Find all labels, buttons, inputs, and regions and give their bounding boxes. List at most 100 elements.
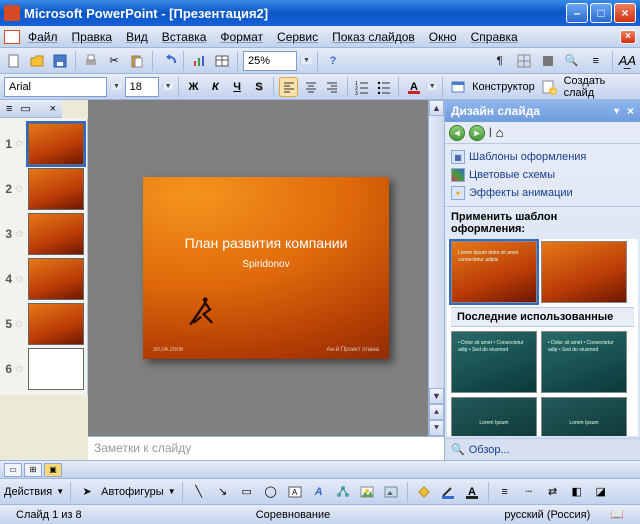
chart-icon[interactable] xyxy=(189,51,209,71)
arrow-style-icon[interactable]: ⇄ xyxy=(543,482,563,502)
taskpane-dropdown-icon[interactable]: ▼ xyxy=(612,106,621,116)
menu-window[interactable]: Окно xyxy=(423,28,463,46)
link-templates[interactable]: ▦Шаблоны оформления xyxy=(451,148,634,166)
print-icon[interactable] xyxy=(81,51,101,71)
thumb-row-5[interactable]: 5✩ xyxy=(2,303,85,345)
menu-help[interactable]: Справка xyxy=(465,28,524,46)
nav-fwd-icon[interactable]: ► xyxy=(469,125,485,141)
nav-home-icon[interactable]: ⌂ xyxy=(496,125,504,140)
autoshapes-menu[interactable]: Автофигуры xyxy=(101,486,164,498)
wordart-icon[interactable]: A xyxy=(309,482,329,502)
nav-back-icon[interactable]: ◄ xyxy=(449,125,465,141)
next-slide-icon[interactable]: ⯆ xyxy=(429,420,444,436)
expand-icon[interactable]: ≡ xyxy=(586,51,606,71)
zoom-combo[interactable]: 25% xyxy=(243,51,297,71)
line-icon[interactable]: ╲ xyxy=(189,482,209,502)
link-anim[interactable]: ✦Эффекты анимации xyxy=(451,184,634,202)
template-thumb-2[interactable] xyxy=(541,241,627,303)
slide-vscrollbar[interactable]: ▲ ▼ ⯅ ⯆ xyxy=(428,100,444,436)
size-dropdown-icon[interactable]: ▼ xyxy=(162,83,173,90)
font-dropdown-icon[interactable]: ▼ xyxy=(110,83,121,90)
thumb-row-1[interactable]: 1✩ xyxy=(2,123,85,165)
actions-menu[interactable]: Действия xyxy=(4,486,52,498)
slides-tab-icon[interactable]: ▭ xyxy=(20,102,30,115)
open-icon[interactable] xyxy=(27,51,47,71)
shadow-style-icon[interactable]: ◧ xyxy=(567,482,587,502)
font-color-dropdown-icon[interactable]: ▼ xyxy=(426,83,437,90)
zoom-dropdown-icon[interactable]: ▼ xyxy=(300,57,312,64)
font-swap-icon[interactable]: A͟A xyxy=(619,53,636,68)
doc-close-button[interactable]: × xyxy=(620,30,636,44)
sorter-view-icon[interactable]: ⊞ xyxy=(24,463,42,477)
slideshow-view-icon[interactable]: ▣ xyxy=(44,463,62,477)
taskpane-close-icon[interactable]: × xyxy=(627,104,634,118)
help-icon[interactable]: ? xyxy=(323,51,343,71)
shadow-button[interactable]: S xyxy=(250,77,269,97)
menu-tools[interactable]: Сервис xyxy=(271,28,324,46)
template-thumb-6[interactable]: Lorem Ipsum xyxy=(541,397,627,436)
cut-icon[interactable]: ✂ xyxy=(104,51,124,71)
table-icon[interactable] xyxy=(212,51,232,71)
prev-slide-icon[interactable]: ⯅ xyxy=(429,404,444,420)
font-combo[interactable]: Arial xyxy=(4,77,107,97)
picture-icon[interactable] xyxy=(381,482,401,502)
rectangle-icon[interactable]: ▭ xyxy=(237,482,257,502)
designer-button[interactable]: Конструктор xyxy=(470,81,537,93)
font-color2-icon[interactable]: A xyxy=(462,482,482,502)
dash-icon[interactable]: ┄ xyxy=(519,482,539,502)
menu-slideshow[interactable]: Показ слайдов xyxy=(326,28,421,46)
browse-link[interactable]: Обзор... xyxy=(469,444,510,456)
thumb-row-4[interactable]: 4✩ xyxy=(2,258,85,300)
slide-canvas[interactable]: План развития компании Spiridonov 30.04.… xyxy=(88,100,444,436)
grid-icon[interactable] xyxy=(514,51,534,71)
template-thumb-1[interactable]: Lorem ipsum dolor sit amet consectetur a… xyxy=(451,241,537,303)
diagram-icon[interactable] xyxy=(333,482,353,502)
status-spellcheck-icon[interactable]: 📖 xyxy=(600,508,634,521)
normal-view-icon[interactable]: ▭ xyxy=(4,463,22,477)
fill-color-icon[interactable] xyxy=(414,482,434,502)
align-left-icon[interactable] xyxy=(279,77,298,97)
underline-button[interactable]: Ч xyxy=(228,77,247,97)
undo-icon[interactable] xyxy=(158,51,178,71)
clipart-icon[interactable] xyxy=(357,482,377,502)
textbox-icon[interactable]: A xyxy=(285,482,305,502)
menu-format[interactable]: Формат xyxy=(214,28,269,46)
save-icon[interactable] xyxy=(50,51,70,71)
showhide-icon[interactable]: ¶ xyxy=(490,51,510,71)
scroll-down-icon[interactable]: ▼ xyxy=(429,388,444,404)
outline-tab-icon[interactable]: ≡ xyxy=(6,103,12,115)
align-center-icon[interactable] xyxy=(301,77,320,97)
close-button[interactable]: × xyxy=(614,3,636,23)
thumb-row-3[interactable]: 3✩ xyxy=(2,213,85,255)
font-color-icon[interactable]: A xyxy=(404,77,423,97)
menu-file[interactable]: Файл xyxy=(22,28,64,46)
menu-edit[interactable]: Правка xyxy=(66,28,119,46)
template-thumb-3[interactable]: • Dolor sit amet • Consectetur adip • Se… xyxy=(451,331,537,393)
paste-icon[interactable] xyxy=(127,51,147,71)
menu-insert[interactable]: Вставка xyxy=(156,28,213,46)
size-combo[interactable]: 18 xyxy=(125,77,159,97)
zoom-in-icon[interactable]: 🔍 xyxy=(562,51,582,71)
line-color-icon[interactable] xyxy=(438,482,458,502)
bullets-icon[interactable] xyxy=(375,77,394,97)
scroll-up-icon[interactable]: ▲ xyxy=(429,100,444,116)
pane-close-icon[interactable]: × xyxy=(50,103,56,115)
maximize-button[interactable]: □ xyxy=(590,3,612,23)
align-right-icon[interactable] xyxy=(323,77,342,97)
color-icon[interactable] xyxy=(538,51,558,71)
bold-button[interactable]: Ж xyxy=(184,77,203,97)
template-thumb-4[interactable]: • Dolor sit amet • Consectetur adip • Se… xyxy=(541,331,627,393)
3d-icon[interactable]: ◪ xyxy=(591,482,611,502)
new-slide-button[interactable]: Создать слайд xyxy=(562,75,636,99)
link-colors[interactable]: Цветовые схемы xyxy=(451,166,634,184)
select-icon[interactable]: ➤ xyxy=(77,482,97,502)
template-thumb-5[interactable]: Lorem Ipsum xyxy=(451,397,537,436)
minimize-button[interactable]: – xyxy=(566,3,588,23)
notes-pane[interactable]: Заметки к слайду xyxy=(88,436,444,460)
design-icon[interactable] xyxy=(448,77,467,97)
new-icon[interactable] xyxy=(4,51,24,71)
menu-view[interactable]: Вид xyxy=(120,28,154,46)
thumb-row-6[interactable]: 6✩ xyxy=(2,348,85,390)
italic-button[interactable]: К xyxy=(206,77,225,97)
line-weight-icon[interactable]: ≡ xyxy=(495,482,515,502)
